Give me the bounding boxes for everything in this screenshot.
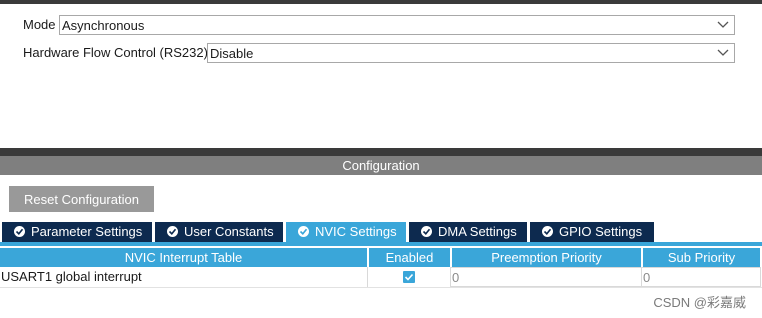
flow-control-label: Hardware Flow Control (RS232) (23, 45, 208, 60)
mode-label: Mode (23, 17, 56, 32)
check-circle-icon (298, 226, 309, 237)
enabled-checkbox[interactable] (403, 271, 415, 283)
flow-control-value: Disable (210, 46, 254, 61)
flow-control-select[interactable]: Disable (207, 43, 735, 63)
check-icon (404, 273, 414, 281)
chevron-down-icon (717, 49, 729, 56)
tab-label: DMA Settings (438, 224, 517, 239)
watermark: CSDN @彩嘉威 (653, 295, 746, 310)
tab-dma-settings[interactable]: DMA Settings (409, 222, 527, 242)
settings-tabs: Parameter Settings User Constants NVIC S… (0, 222, 762, 244)
mode-value: Asynchronous (62, 18, 145, 33)
tab-underline (0, 242, 762, 246)
column-header-sub-priority[interactable]: Sub Priority (643, 248, 760, 267)
tab-gpio-settings[interactable]: GPIO Settings (530, 222, 654, 242)
tab-label: GPIO Settings (559, 224, 643, 239)
reset-configuration-button[interactable]: Reset Configuration (9, 186, 154, 212)
mode-select[interactable]: Asynchronous (59, 15, 735, 35)
tab-nvic-settings[interactable]: NVIC Settings (286, 222, 406, 244)
tab-label: Parameter Settings (31, 224, 143, 239)
cell-divider (0, 267, 368, 287)
preemption-priority-field[interactable]: 0 (450, 267, 642, 287)
top-border (0, 0, 762, 4)
column-header-enabled[interactable]: Enabled (369, 248, 450, 267)
configuration-header: Configuration (0, 156, 762, 175)
tab-label: User Constants (184, 224, 274, 239)
check-circle-icon (167, 226, 178, 237)
sub-priority-field[interactable]: 0 (641, 267, 761, 287)
chevron-down-icon (717, 21, 729, 28)
check-circle-icon (14, 226, 25, 237)
tab-user-constants[interactable]: User Constants (155, 222, 283, 242)
check-circle-icon (542, 226, 553, 237)
section-divider (0, 148, 762, 156)
tab-parameter-settings[interactable]: Parameter Settings (2, 222, 152, 242)
tab-label: NVIC Settings (315, 224, 397, 239)
row-separator (0, 287, 762, 288)
column-header-interrupt-table[interactable]: NVIC Interrupt Table (0, 248, 367, 267)
check-circle-icon (421, 226, 432, 237)
column-header-preemption-priority[interactable]: Preemption Priority (452, 248, 641, 267)
